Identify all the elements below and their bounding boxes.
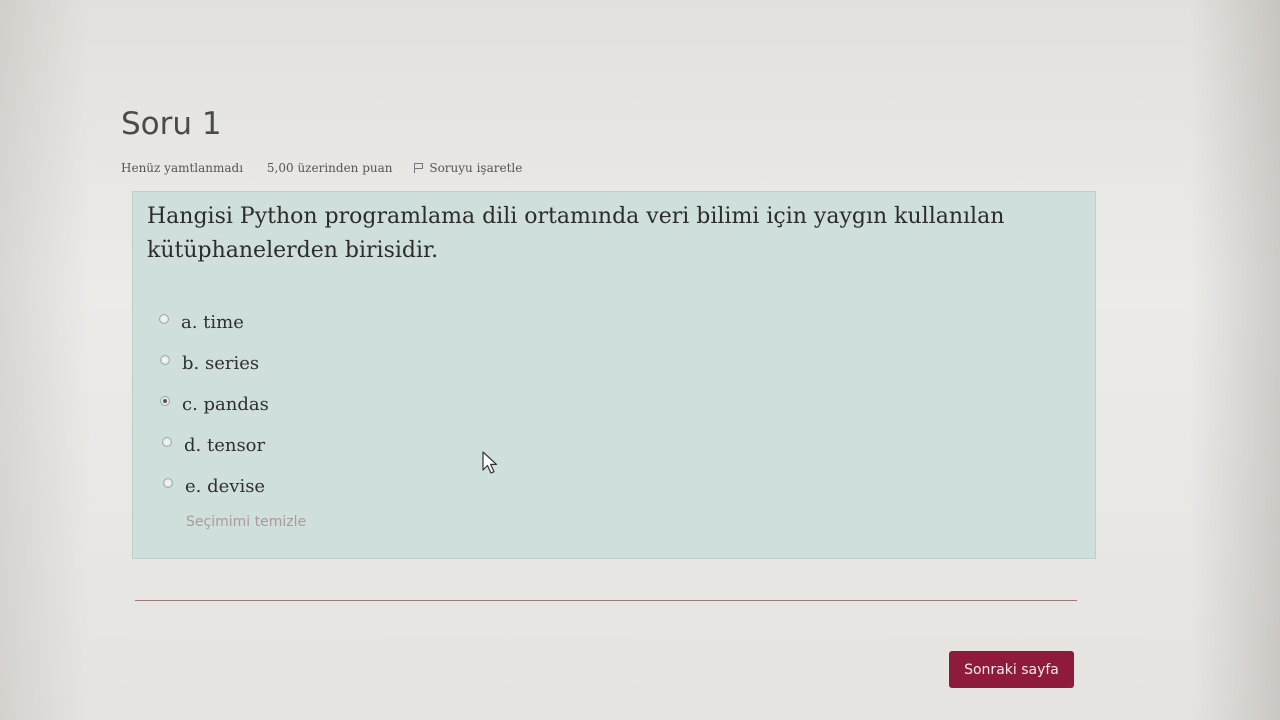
clear-selection-link[interactable]: Seçimimi temizle [186,514,306,530]
question-text: Hangisi Python programlama dili ortamınd… [147,204,1005,263]
answer-label: b. series [182,353,260,374]
flag-question-link[interactable]: Soruyu işaretle [414,161,522,175]
answer-label: c. pandas [182,394,269,415]
divider [135,600,1077,601]
answer-list: a. time b. series c. pandas d. tensor e.… [159,302,269,507]
answer-option-c[interactable]: c. pandas [160,384,269,425]
answer-option-b[interactable]: b. series [160,343,269,384]
flag-question-label: Soruyu işaretle [429,161,523,175]
answer-option-a[interactable]: a. time [159,302,269,343]
radio-button[interactable] [162,436,172,447]
question-box: Hangisi Python programlama dili ortamınd… [132,191,1096,559]
question-number: Soru 1 [121,106,222,142]
answer-label: d. tensor [184,435,266,456]
question-info: Henüz yamtlanmadı 5,00 üzerinden puan So… [121,161,522,175]
radio-button-selected[interactable] [160,395,170,406]
radio-button[interactable] [160,354,170,365]
question-status: Henüz yamtlanmadı [121,161,244,175]
question-points: 5,00 üzerinden puan [266,161,393,175]
flag-icon [414,163,424,173]
next-page-button[interactable]: Sonraki sayfa [949,651,1074,688]
answer-label: a. time [181,312,244,333]
quiz-page: Soru 1 Henüz yamtlanmadı 5,00 üzerinden … [0,0,1280,720]
screen-shadow-left [0,0,90,720]
answer-option-d[interactable]: d. tensor [162,425,269,466]
mouse-pointer-icon [482,451,498,474]
screen-shadow-right [1190,0,1280,720]
answer-option-e[interactable]: e. devise [163,466,269,507]
radio-button[interactable] [163,477,173,488]
radio-button[interactable] [159,313,169,324]
answer-label: e. devise [185,476,266,497]
